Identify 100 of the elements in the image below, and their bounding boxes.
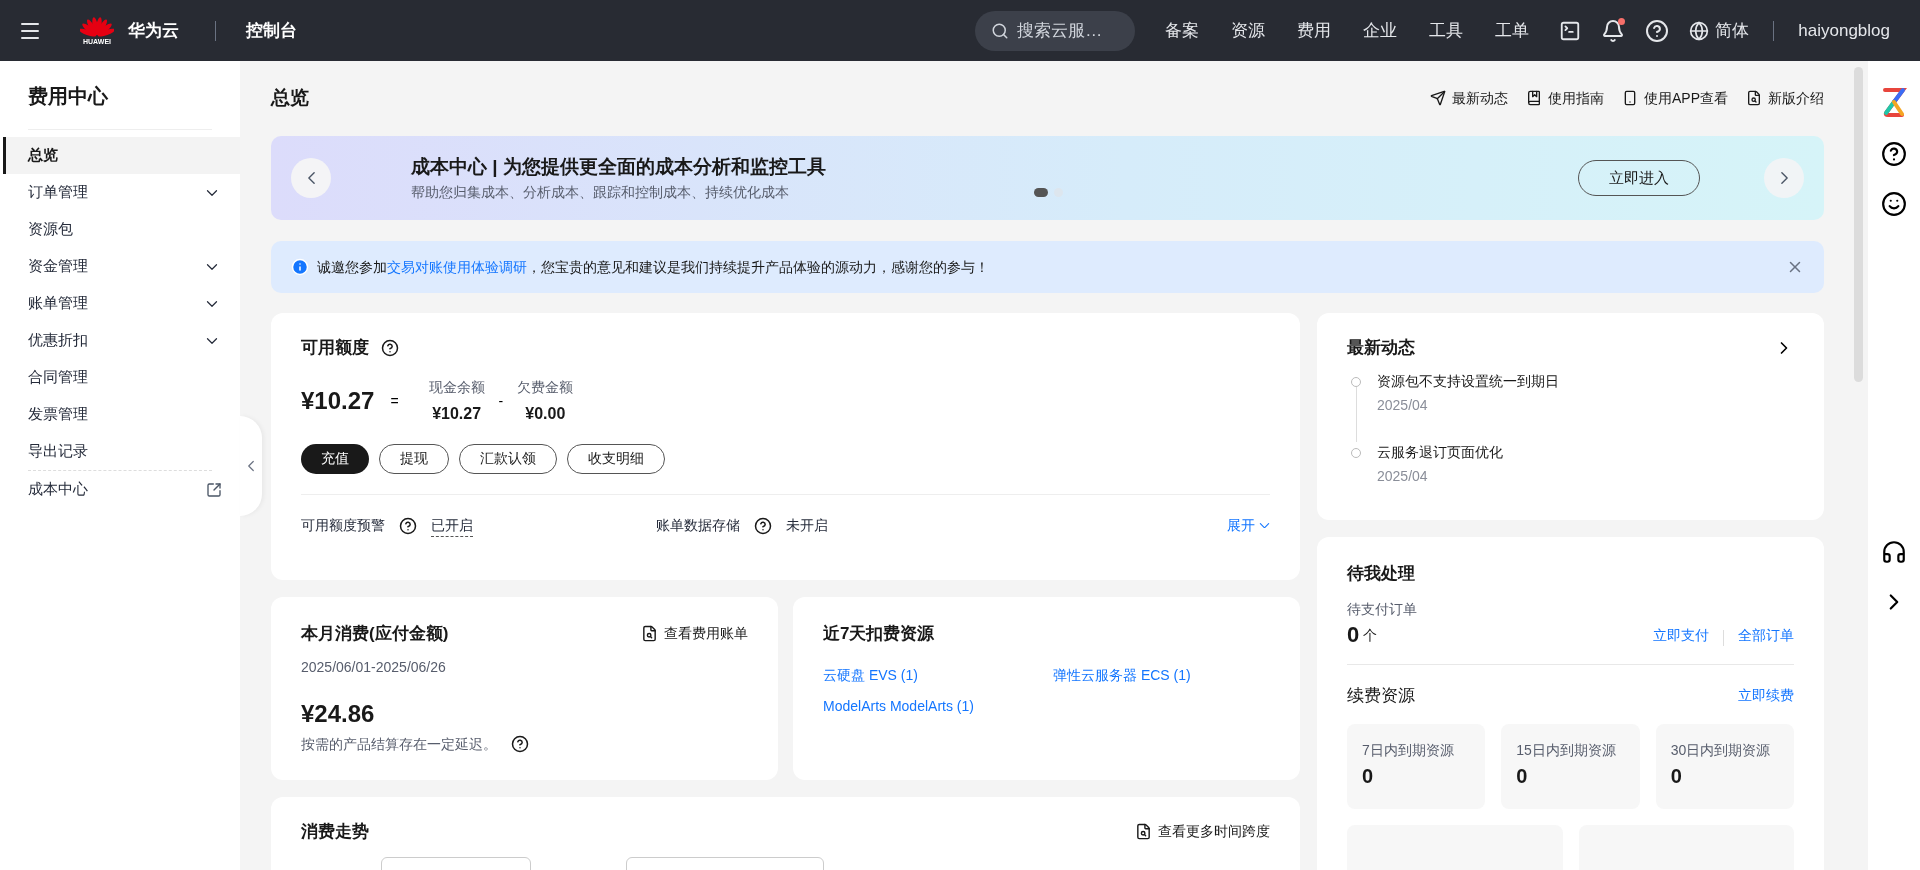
- document-search-icon: [1746, 90, 1762, 106]
- sidebar-item[interactable]: 订单管理: [3, 174, 240, 211]
- card-title: 最新动态: [1347, 337, 1416, 359]
- news-title[interactable]: 云服务退订页面优化: [1377, 441, 1503, 463]
- setting-status[interactable]: 已开启: [431, 514, 473, 537]
- console-title[interactable]: 控制台: [246, 17, 297, 44]
- brand-name[interactable]: 华为云: [128, 17, 179, 44]
- card-title: 可用额度: [301, 337, 369, 359]
- banner-title: 成本中心 | 为您提供更全面的成本分析和监控工具: [411, 155, 826, 180]
- sidebar-item[interactable]: 账单管理: [3, 285, 240, 322]
- card-title: 待我处理: [1347, 563, 1416, 585]
- headset-icon[interactable]: [1881, 539, 1907, 565]
- sidebar-item[interactable]: 总览: [3, 137, 240, 174]
- help-icon[interactable]: [511, 735, 529, 753]
- sidebar-title: 费用中心: [28, 85, 108, 107]
- nav-link[interactable]: 工具: [1413, 17, 1480, 44]
- collapse-handle[interactable]: [240, 416, 262, 516]
- paper-plane-icon: [1430, 90, 1446, 106]
- notice-text: 诚邀您参加交易对账使用体验调研，您宝贵的意见和建议是我们持续提升产品体验的源动力，感谢您的参与！: [317, 257, 990, 277]
- sidebar-item[interactable]: 优惠折扣: [3, 322, 240, 359]
- card-title: 消费走势: [301, 821, 370, 843]
- chevron-right-icon: [1780, 171, 1788, 185]
- help-icon[interactable]: [1881, 141, 1907, 167]
- setting-label: 账单数据存储: [656, 516, 740, 535]
- help-icon[interactable]: [399, 516, 417, 535]
- monthly-amount: ¥24.86: [301, 698, 376, 729]
- smile-icon[interactable]: [1881, 191, 1907, 217]
- header-link[interactable]: 使用指南: [1526, 87, 1604, 109]
- language-button[interactable]: 简体: [1689, 17, 1750, 44]
- help-icon[interactable]: [381, 338, 399, 357]
- info-icon: [291, 258, 309, 276]
- view-bill-link[interactable]: 查看费用账单: [641, 623, 748, 645]
- search-field[interactable]: 搜索云服…: [975, 10, 1136, 51]
- header-link[interactable]: 使用APP查看: [1622, 87, 1728, 109]
- pending-count: 0: [1347, 623, 1360, 646]
- search-input[interactable]: 搜索云服…: [1017, 17, 1118, 44]
- pay-now-link[interactable]: 立即支付: [1653, 624, 1709, 646]
- equals-sign: =: [390, 391, 399, 411]
- amount-value: ¥0.00: [525, 403, 566, 424]
- sidebar-item[interactable]: 合同管理: [3, 359, 240, 396]
- resource-link[interactable]: 云硬盘 EVS (1): [823, 666, 918, 683]
- chevron-down-icon: [206, 337, 218, 344]
- expiry-tile[interactable]: 30日内到期资源 0: [1655, 724, 1794, 809]
- chevron-down-icon: [206, 263, 218, 270]
- pending-unit: 个: [1363, 625, 1378, 645]
- nav-link[interactable]: 资源: [1215, 17, 1282, 44]
- page-title: 总览: [271, 85, 310, 110]
- amount-value: ¥10.27: [432, 403, 482, 424]
- sidebar-item[interactable]: 成本中心: [0, 471, 240, 508]
- news-title[interactable]: 资源包不支持设置统一到期日: [1377, 370, 1559, 392]
- resource-link[interactable]: 弹性云服务器 ECS (1): [1053, 666, 1191, 683]
- bell-icon[interactable]: [1601, 18, 1626, 43]
- amount-label: 现金余额: [428, 377, 485, 397]
- phone-icon: [1622, 90, 1638, 106]
- help-icon[interactable]: [754, 516, 772, 535]
- resource-link[interactable]: ModelArts ModelArts (1): [823, 697, 974, 714]
- action-button[interactable]: 充值: [301, 443, 369, 474]
- minus-sign: -: [498, 391, 504, 411]
- sidebar-item[interactable]: 资源包: [3, 211, 240, 248]
- pending-label: 待支付订单: [1347, 599, 1418, 619]
- news-date: 2025/04: [1377, 466, 1429, 486]
- setting-status[interactable]: 未开启: [786, 515, 828, 536]
- external-link-icon: [206, 481, 222, 498]
- header-link[interactable]: 最新动态: [1430, 87, 1508, 109]
- card-title: 近7天扣费资源: [823, 623, 936, 645]
- chevron-left-icon: [307, 171, 315, 185]
- nav-link[interactable]: 备案: [1149, 17, 1216, 44]
- setting-label: 可用额度预警: [301, 516, 385, 535]
- expiry-tile[interactable]: 7日内到期资源 0: [1347, 724, 1486, 809]
- ribbon-logo-icon[interactable]: [1881, 87, 1907, 117]
- flower-logo-icon: [80, 16, 114, 38]
- amount-label: 欠费金额: [517, 377, 574, 397]
- all-orders-link[interactable]: 全部订单: [1738, 624, 1794, 646]
- document-search-icon: [641, 625, 658, 643]
- sidebar-item[interactable]: 导出记录: [3, 433, 240, 470]
- delay-note: 按需的产品结算存在一定延迟。: [301, 734, 497, 754]
- renew-now-link[interactable]: 立即续费: [1738, 684, 1794, 706]
- banner-subtitle: 帮助您归集成本、分析成本、跟踪和控制成本、持续优化成本: [411, 182, 790, 202]
- available-amount: ¥10.27: [301, 386, 375, 416]
- document-search-icon: [1135, 823, 1152, 841]
- time-span-link[interactable]: 查看更多时间跨度: [1135, 821, 1270, 843]
- chevron-left-icon: [248, 460, 254, 472]
- search-icon: [991, 21, 1010, 40]
- nav-link[interactable]: 费用: [1281, 17, 1348, 44]
- expand-link[interactable]: 展开: [1227, 515, 1270, 536]
- card-title: 本月消费(应付金额): [301, 623, 450, 645]
- nav-link[interactable]: 企业: [1347, 17, 1414, 44]
- chevron-down-icon: [1259, 522, 1270, 529]
- sidebar-item[interactable]: 资金管理: [3, 248, 240, 285]
- expiry-tile[interactable]: 15日内到期资源 0: [1501, 724, 1640, 809]
- globe-icon: [1689, 20, 1710, 41]
- header-link[interactable]: 新版介绍: [1746, 87, 1824, 109]
- chevron-down-icon: [206, 300, 218, 307]
- section-title: 续费资源: [1347, 684, 1416, 707]
- terminal-icon[interactable]: [1559, 19, 1582, 42]
- nav-link[interactable]: 工单: [1479, 17, 1546, 44]
- user-name[interactable]: haiyongblog: [1798, 17, 1890, 44]
- survey-link[interactable]: 交易对账使用体验调研: [387, 258, 527, 275]
- sidebar-item[interactable]: 发票管理: [3, 396, 240, 433]
- news-date: 2025/04: [1377, 395, 1429, 415]
